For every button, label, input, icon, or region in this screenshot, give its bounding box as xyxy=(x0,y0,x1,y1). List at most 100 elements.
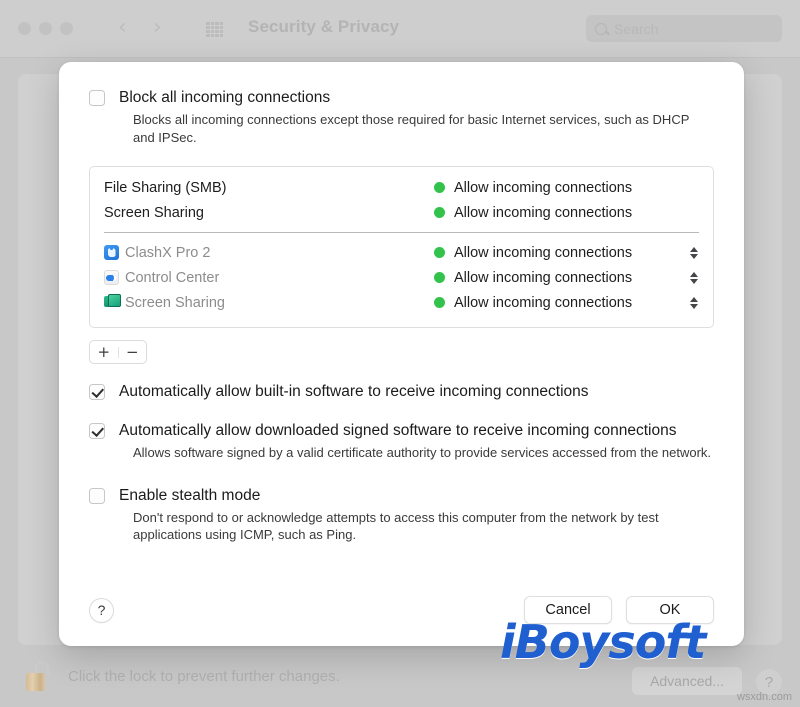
search-placeholder: Search xyxy=(614,20,659,37)
grid-dot xyxy=(206,26,210,29)
list-item[interactable]: Control Center Allow incoming connection… xyxy=(90,265,713,290)
status-dot-icon xyxy=(434,247,445,258)
status-dot-icon xyxy=(434,297,445,308)
add-app-button[interactable]: + xyxy=(90,341,118,363)
grid-dot xyxy=(206,22,210,25)
list-separator xyxy=(104,232,699,233)
grid-dot xyxy=(219,26,223,29)
watermark-site: wsxdn.com xyxy=(736,691,792,703)
app-name-cell: ClashX Pro 2 xyxy=(104,245,434,261)
auto-signed-row[interactable]: Automatically allow downloaded signed so… xyxy=(89,421,714,440)
auto-builtin-row[interactable]: Automatically allow built-in software to… xyxy=(89,382,714,401)
show-all-grid-icon[interactable] xyxy=(206,22,223,37)
grid-dot xyxy=(219,30,223,33)
block-all-connections-checkbox[interactable] xyxy=(89,90,105,106)
grid-dot xyxy=(215,22,219,25)
app-name-cell: Screen Sharing xyxy=(104,294,434,311)
chevron-down-icon xyxy=(689,303,698,309)
grid-dot xyxy=(210,26,214,29)
grid-dot xyxy=(210,34,214,37)
app-status[interactable]: Allow incoming connections xyxy=(434,294,699,312)
app-name: ClashX Pro 2 xyxy=(125,244,211,261)
status-dot-icon xyxy=(434,207,445,218)
app-status[interactable]: Allow incoming connections xyxy=(434,269,699,287)
traffic-lights xyxy=(18,22,73,35)
status-label: Allow incoming connections xyxy=(454,204,633,221)
grid-dot xyxy=(210,30,214,33)
auto-signed-label: Automatically allow downloaded signed so… xyxy=(119,422,677,439)
chevron-down-icon xyxy=(689,278,698,284)
stealth-mode-description: Don't respond to or acknowledge attempts… xyxy=(133,509,659,543)
zoom-button-icon[interactable] xyxy=(60,22,73,35)
list-item[interactable]: File Sharing (SMB) Allow incoming connec… xyxy=(90,175,713,200)
auto-signed-checkbox[interactable] xyxy=(89,423,105,439)
sheet-action-buttons: Cancel OK xyxy=(524,596,714,624)
chevron-down-icon xyxy=(689,253,698,259)
block-all-connections-row[interactable]: Block all incoming connections xyxy=(89,88,714,107)
help-button[interactable]: ? xyxy=(89,597,114,623)
status-label: Allow incoming connections xyxy=(454,179,633,196)
chevron-up-icon xyxy=(689,296,698,302)
window-titlebar: ‹ › Security & Privacy Search xyxy=(0,0,800,58)
close-button-icon[interactable] xyxy=(18,22,31,35)
status-label: Allow incoming connections xyxy=(454,269,633,286)
list-item[interactable]: Screen Sharing Allow incoming connection… xyxy=(90,200,713,225)
grid-dot xyxy=(210,22,214,25)
list-item[interactable]: ClashX Pro 2 Allow incoming connections xyxy=(90,240,713,265)
clashx-app-icon xyxy=(104,245,119,260)
auto-builtin-label: Automatically allow built-in software to… xyxy=(119,383,589,400)
connections-list[interactable]: File Sharing (SMB) Allow incoming connec… xyxy=(89,166,714,328)
window-title: Security & Privacy xyxy=(248,17,400,36)
block-all-connections-description: Blocks all incoming connections except t… xyxy=(133,112,690,145)
chevron-up-icon xyxy=(689,271,698,277)
grid-dot xyxy=(215,34,219,37)
stealth-mode-checkbox[interactable] xyxy=(89,487,105,504)
grid-dot xyxy=(206,34,210,37)
connection-mode-stepper[interactable] xyxy=(688,294,699,312)
add-remove-segmented-control[interactable]: + − xyxy=(89,340,147,364)
auto-builtin-checkbox[interactable] xyxy=(89,384,105,400)
status-dot-icon xyxy=(434,272,445,283)
padlock-body xyxy=(26,673,45,691)
grid-dot xyxy=(219,34,223,37)
app-name-cell: Control Center xyxy=(104,270,434,286)
service-name: File Sharing (SMB) xyxy=(104,179,227,196)
search-field[interactable]: Search xyxy=(586,15,782,42)
ok-button[interactable]: OK xyxy=(626,596,714,624)
screen-sharing-app-icon xyxy=(104,294,121,310)
grid-dot xyxy=(215,30,219,33)
chevron-up-icon xyxy=(689,246,698,252)
list-item[interactable]: Screen Sharing Allow incoming connection… xyxy=(90,290,713,315)
cancel-button[interactable]: Cancel xyxy=(524,596,612,624)
status-dot-icon xyxy=(434,182,445,193)
grid-dot xyxy=(206,30,210,33)
block-all-connections-label: Block all incoming connections xyxy=(119,89,331,106)
service-name: Screen Sharing xyxy=(104,204,204,221)
forward-chevron-icon[interactable]: › xyxy=(153,16,162,40)
search-icon xyxy=(595,22,607,35)
app-name: Screen Sharing xyxy=(125,294,225,311)
unlocked-padlock-icon[interactable] xyxy=(26,661,52,691)
control-center-app-icon xyxy=(104,270,119,285)
back-chevron-icon[interactable]: ‹ xyxy=(118,16,127,40)
app-name: Control Center xyxy=(125,269,220,286)
grid-dot xyxy=(215,26,219,29)
service-status: Allow incoming connections xyxy=(434,205,699,221)
auto-signed-description: Allows software signed by a valid certif… xyxy=(133,445,712,460)
connection-mode-stepper[interactable] xyxy=(688,244,699,262)
stealth-mode-row[interactable]: Enable stealth mode xyxy=(89,486,714,505)
connection-mode-stepper[interactable] xyxy=(688,269,699,287)
firewall-options-sheet: Block all incoming connections Blocks al… xyxy=(59,62,744,646)
app-status[interactable]: Allow incoming connections xyxy=(434,244,699,262)
sheet-footer: ? Cancel OK xyxy=(89,596,714,624)
minimize-button-icon[interactable] xyxy=(39,22,52,35)
stealth-mode-label: Enable stealth mode xyxy=(119,486,261,504)
advanced-button[interactable]: Advanced... xyxy=(632,667,742,695)
status-label: Allow incoming connections xyxy=(454,244,633,261)
navigation-arrows: ‹ › xyxy=(118,16,162,40)
service-status: Allow incoming connections xyxy=(434,180,699,196)
remove-app-button[interactable]: − xyxy=(119,341,147,363)
grid-dot xyxy=(219,22,223,25)
status-label: Allow incoming connections xyxy=(454,294,633,311)
lock-hint-text: Click the lock to prevent further change… xyxy=(68,667,340,685)
